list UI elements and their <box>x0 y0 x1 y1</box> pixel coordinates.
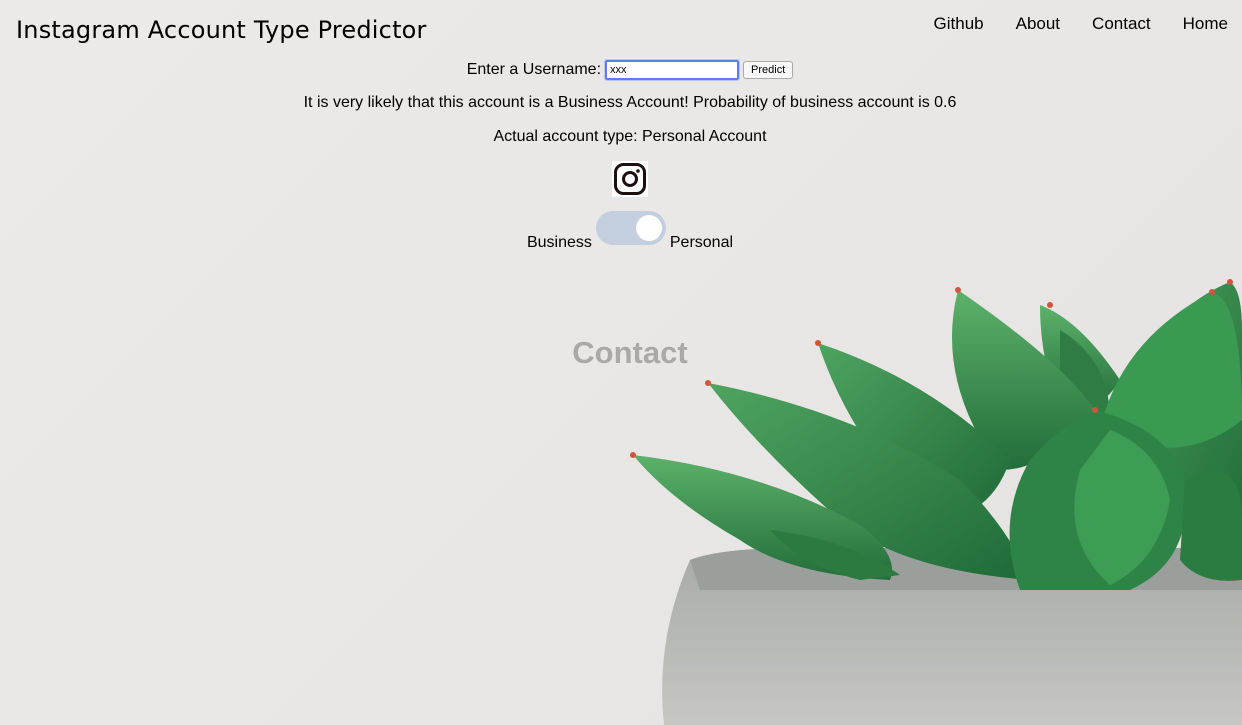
toggle-label-business: Business <box>526 234 592 251</box>
contact-heading: Contact <box>572 335 688 370</box>
actual-account-type: Actual account type: Personal Account <box>493 128 767 145</box>
username-form: Enter a Username: Predict <box>0 58 1242 82</box>
prediction-result: It is very likely that this account is a… <box>303 94 957 111</box>
toggle-knob <box>635 215 662 241</box>
account-type-toggle[interactable] <box>595 211 666 245</box>
top-nav: Github About Contact Home <box>902 14 1228 34</box>
username-label: Enter a Username: <box>466 61 602 78</box>
nav-link-about[interactable]: About <box>1016 14 1060 34</box>
site-title: Instagram Account Type Predictor <box>16 16 427 44</box>
instagram-icon <box>612 161 648 197</box>
nav-link-contact[interactable]: Contact <box>1092 14 1151 34</box>
predict-button[interactable]: Predict <box>743 61 794 79</box>
nav-link-home[interactable]: Home <box>1183 14 1228 34</box>
main-content: Enter a Username: Predict It is very lik… <box>0 58 1242 371</box>
toggle-label-personal: Personal <box>669 234 734 251</box>
username-input[interactable] <box>604 59 741 81</box>
nav-link-github[interactable]: Github <box>934 14 984 34</box>
account-type-toggle-row: Business Personal <box>0 211 1242 257</box>
